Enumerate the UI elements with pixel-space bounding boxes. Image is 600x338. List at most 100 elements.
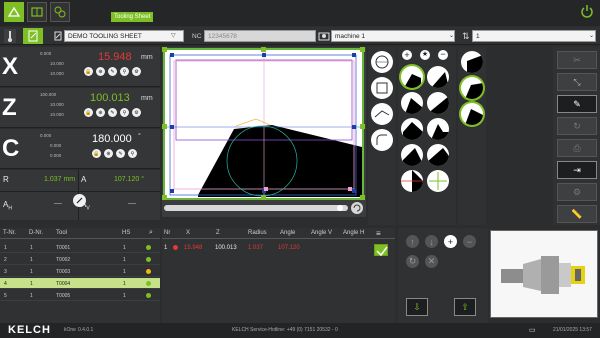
filter-icon[interactable]: ▽ <box>171 32 176 39</box>
table-row-selected[interactable]: 4 1 T0004 1 <box>0 278 160 289</box>
close-icon[interactable]: ✕ <box>425 255 438 268</box>
arrow-up-icon[interactable]: ↑ <box>406 235 419 248</box>
chevron-down-icon[interactable]: ⌄ <box>589 32 594 39</box>
tool-type-2-icon[interactable] <box>427 66 449 88</box>
angle-value: 107.120 ° <box>114 176 145 183</box>
tool-type-1-icon[interactable] <box>401 66 423 88</box>
tool-icon[interactable]: ⚲ <box>120 67 129 76</box>
shape-rect-icon[interactable] <box>371 77 393 99</box>
tool-icon[interactable]: ⚲ <box>128 149 137 158</box>
measurement-view[interactable] <box>162 47 366 217</box>
thermometer-icon[interactable] <box>4 29 16 43</box>
nc-label: NC <box>192 33 202 40</box>
machine-tool-button[interactable]: ⚙ <box>557 183 597 201</box>
angle-h-label: AH <box>3 200 12 212</box>
table-row[interactable]: 3 1 T0003 1 <box>0 266 160 277</box>
pen-icon[interactable]: ✎ <box>108 108 117 117</box>
confirm-checkbox[interactable] <box>374 244 388 257</box>
hotline: KELCH Service-Hotline: +49 (0) 7151 2053… <box>232 327 338 333</box>
axis-c-mini-3: 0.000 <box>50 153 62 158</box>
measurement-list: Nr X Z Radius Angle Angle V Angle H ≡ 1 … <box>162 228 395 323</box>
col-t-nr: T-Nr. <box>3 230 16 236</box>
pen-icon[interactable]: ✎ <box>108 67 117 76</box>
target-icon[interactable]: ⊕ <box>96 108 105 117</box>
tool-icon[interactable]: ⚲ <box>120 108 129 117</box>
transfer-button[interactable]: ⇥ <box>557 161 597 179</box>
table-row[interactable]: 5 1 T0005 1 <box>0 290 160 301</box>
rotate-tool-button[interactable]: ↻ <box>557 117 597 135</box>
measure-mode-button[interactable] <box>4 2 24 22</box>
folder-icon[interactable]: ▭ <box>529 326 536 334</box>
lock-icon[interactable]: 🔒 <box>84 108 93 117</box>
transfer-icon: ⇥ <box>573 164 581 175</box>
shape-profile-icon[interactable] <box>371 103 393 125</box>
add-icon[interactable]: + <box>402 50 412 60</box>
tool-type-13-icon[interactable] <box>461 103 483 125</box>
target-icon[interactable]: ⊕ <box>96 67 105 76</box>
axis-z-mini-3: 10.000 <box>50 112 64 117</box>
arrow-down-icon[interactable]: ↓ <box>425 235 438 248</box>
tool-type-11-icon[interactable] <box>461 51 483 73</box>
menu-icon[interactable]: ≡ <box>376 229 381 238</box>
table-row[interactable]: 1 1 T0001 1 <box>0 242 160 253</box>
table-row[interactable]: 2 1 T0002 1 <box>0 254 160 265</box>
tool-type-9-icon[interactable] <box>401 170 423 192</box>
axis-c-unit: ° <box>138 133 141 140</box>
edit-sheet-button[interactable] <box>23 28 43 44</box>
lock-icon[interactable]: 🔒 <box>92 149 101 158</box>
printer-icon: ⎙ <box>573 142 581 153</box>
tool-type-12-icon[interactable] <box>461 77 483 99</box>
sheet-name-field[interactable]: DEMO TOOLING SHEET <box>64 30 184 42</box>
chip-tool-icon: ✂ <box>573 54 581 65</box>
search-icon[interactable]: ⌕ <box>149 229 153 237</box>
axis-z-mini-1: 100.000 <box>40 92 57 97</box>
add-button[interactable]: + <box>444 235 457 248</box>
tool-type-6-icon[interactable] <box>427 118 449 140</box>
tool-type-grid: + ★ − <box>398 47 456 225</box>
results-panel: R 1.037 mm A 107.120 ° AH ---- AV ---- <box>0 170 160 220</box>
right-toolbar: ✂ ⤡ ✎ ↻ ⎙ ⇥ ⚙ 📏 <box>553 47 600 225</box>
measure-tool-button[interactable]: 📏 <box>557 205 597 223</box>
measure-row[interactable]: 1 15.948 100.013 1.037 107.120 <box>162 242 395 254</box>
settings-icon[interactable]: ⚙ <box>132 67 141 76</box>
lock-icon[interactable]: 🔒 <box>84 67 93 76</box>
col-radius: Radius <box>248 230 267 236</box>
edit-tool-button[interactable]: ✎ <box>557 95 597 113</box>
machine-select[interactable]: machine 1 <box>331 30 455 42</box>
pen-icon[interactable]: ✎ <box>116 149 125 158</box>
axis-c-tools: 🔒 ⊕ ✎ ⚲ <box>92 149 137 158</box>
number-select[interactable]: 1 <box>472 30 596 42</box>
axis-z-value: 100.013 <box>90 92 130 104</box>
status-dot <box>146 257 151 262</box>
tool-type-7-icon[interactable] <box>401 144 423 166</box>
tool-type-10-icon[interactable] <box>427 170 449 192</box>
settings-icon[interactable]: ⚙ <box>132 108 141 117</box>
calibrate-button[interactable] <box>73 194 86 207</box>
shape-circle-icon[interactable] <box>371 51 393 73</box>
chip-tool-button[interactable]: ✂ <box>557 51 597 69</box>
remove-button[interactable]: − <box>463 235 476 248</box>
remove-icon[interactable]: − <box>438 50 448 60</box>
axis-c-mini-2: 0.000 <box>50 143 62 148</box>
power-icon[interactable] <box>580 4 594 18</box>
tool-type-8-icon[interactable] <box>427 144 449 166</box>
book-button[interactable] <box>27 2 47 22</box>
status-dot <box>146 293 151 298</box>
col-angle: Angle <box>280 230 296 236</box>
chevron-down-icon[interactable]: ⌄ <box>449 32 454 39</box>
shape-corner-icon[interactable] <box>371 129 393 151</box>
printer-button[interactable]: ⎙ <box>557 139 597 157</box>
tool-type-5-icon[interactable] <box>401 118 423 140</box>
nc-field[interactable]: 12345678 <box>204 30 316 42</box>
import-button[interactable]: ⇩ <box>406 298 428 316</box>
axis-x-mini-3: 10.000 <box>50 71 64 76</box>
tool-type-3-icon[interactable] <box>401 92 423 114</box>
refresh-icon[interactable]: ↻ <box>406 255 419 268</box>
move-tool-button[interactable]: ⤡ <box>557 73 597 91</box>
target-icon[interactable]: ⊕ <box>104 149 113 158</box>
tool-type-4-icon[interactable] <box>427 92 449 114</box>
product-name: kOne <box>64 327 76 333</box>
tool-holder-button[interactable] <box>50 2 70 22</box>
export-button[interactable]: ⇧ <box>454 298 476 316</box>
star-icon[interactable]: ★ <box>420 50 430 60</box>
